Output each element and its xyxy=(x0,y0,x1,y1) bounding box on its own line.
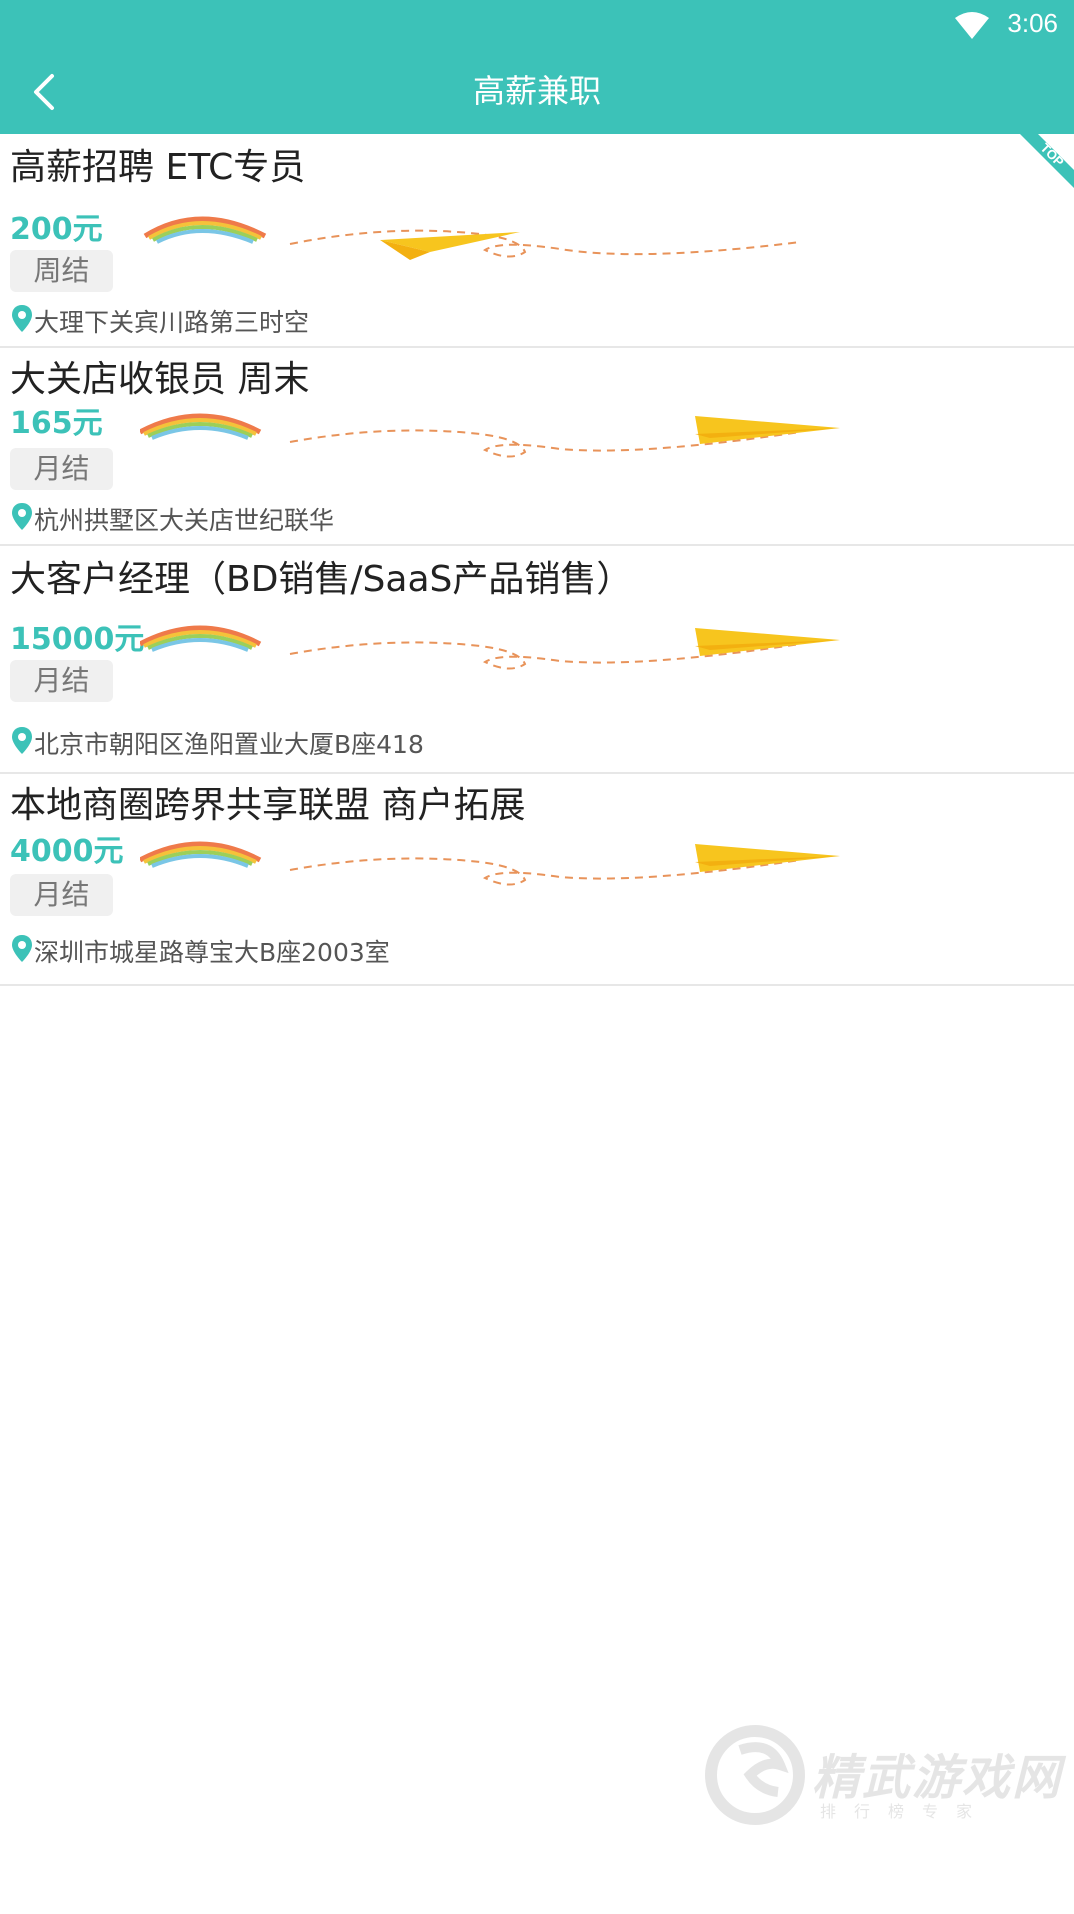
settlement-tag: 周结 xyxy=(10,250,113,292)
job-list: 高薪招聘 ETC专员 TOP 200元 周结 大理下关宾川路第三时空 大关店收银… xyxy=(0,134,1074,986)
watermark: 精武游戏网 排行榜专家 xyxy=(700,1720,1060,1830)
wifi-icon xyxy=(955,12,989,39)
settlement-tag: 月结 xyxy=(10,448,113,490)
job-title: 大客户经理（BD销售/SaaS产品销售） xyxy=(10,559,633,600)
job-address: 大理下关宾川路第三时空 xyxy=(34,308,310,337)
job-address: 杭州拱墅区大关店世纪联华 xyxy=(34,506,335,535)
location-pin-icon xyxy=(12,727,32,754)
job-address: 深圳市城星路尊宝大B座2003室 xyxy=(34,938,390,967)
watermark-logo-icon xyxy=(705,1725,805,1825)
settlement-tag: 月结 xyxy=(10,874,113,916)
job-item[interactable]: 大关店收银员 周末 165元 月结 杭州拱墅区大关店世纪联华 xyxy=(0,348,1074,546)
job-item[interactable]: 高薪招聘 ETC专员 TOP 200元 周结 大理下关宾川路第三时空 xyxy=(0,134,1074,348)
settlement-tag: 月结 xyxy=(10,660,113,702)
rainbow-plane-decoration xyxy=(140,413,840,458)
job-title: 大关店收银员 周末 xyxy=(10,359,310,400)
job-title: 高薪招聘 ETC专员 xyxy=(10,147,306,188)
job-address: 北京市朝阳区渔阳置业大厦B座418 xyxy=(34,730,424,759)
salary: 200元 xyxy=(10,212,103,247)
page-title: 高薪兼职 xyxy=(472,72,601,110)
job-item[interactable]: 本地商圈跨界共享联盟 商户拓展 4000元 月结 深圳市城星路尊宝大B座2003… xyxy=(0,774,1074,986)
job-item[interactable]: 大客户经理（BD销售/SaaS产品销售） 15000元 月结 北京市朝阳区渔阳置… xyxy=(0,546,1074,774)
rainbow-plane-decoration xyxy=(143,216,801,260)
rainbow-plane-decoration xyxy=(140,625,840,670)
app-header: 3:06 高薪兼职 xyxy=(0,0,1074,134)
status-time: 3:06 xyxy=(1007,8,1058,38)
location-pin-icon xyxy=(12,935,32,962)
salary: 4000元 xyxy=(10,834,124,869)
location-pin-icon xyxy=(12,503,32,530)
watermark-tagline: 排行榜专家 xyxy=(820,1802,991,1821)
job-title: 本地商圈跨界共享联盟 商户拓展 xyxy=(10,785,526,826)
salary: 165元 xyxy=(10,406,103,441)
salary: 15000元 xyxy=(10,622,145,657)
location-pin-icon xyxy=(12,305,32,332)
rainbow-plane-decoration xyxy=(140,841,840,886)
top-badge: TOP xyxy=(1020,134,1074,188)
